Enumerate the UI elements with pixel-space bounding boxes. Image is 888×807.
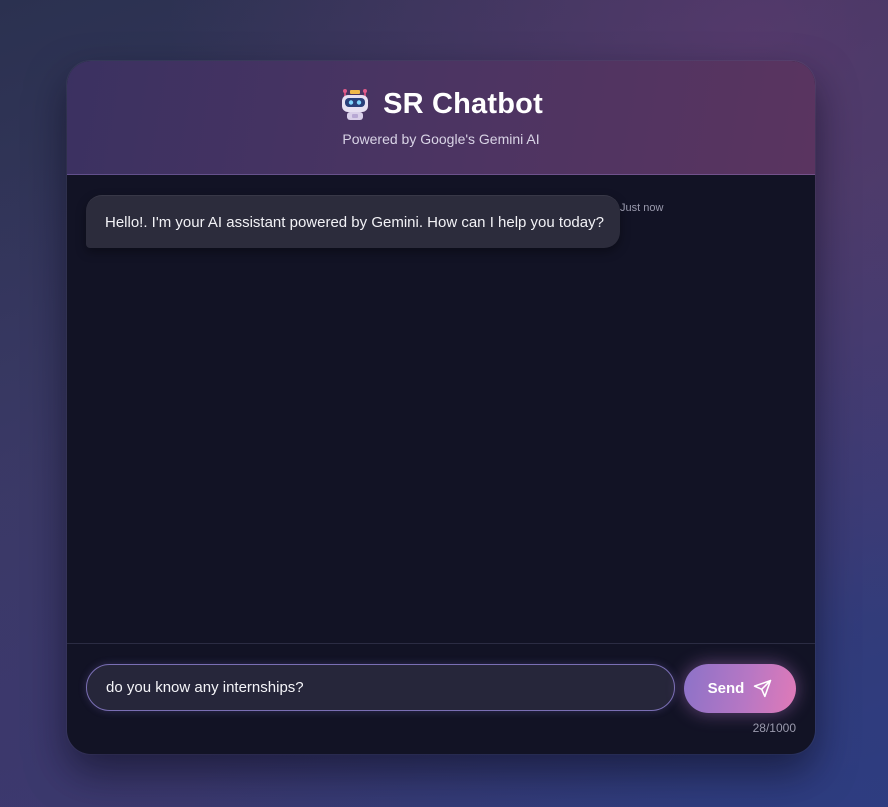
chat-window: SR Chatbot Powered by Google's Gemini AI… [67, 61, 815, 754]
send-button-label: Send [707, 680, 745, 697]
send-icon [753, 679, 772, 698]
page-title: SR Chatbot [383, 87, 543, 120]
message-timestamp: Just now [620, 202, 664, 214]
character-count: 28/1000 [752, 721, 796, 735]
chat-header: SR Chatbot Powered by Google's Gemini AI [67, 61, 815, 175]
message-list[interactable]: Hello!. I'm your AI assistant powered by… [67, 175, 815, 643]
input-area: Send 28/1000 [67, 643, 815, 754]
title-row: SR Chatbot [339, 87, 543, 121]
message-input[interactable] [86, 664, 675, 711]
send-button[interactable]: Send [684, 664, 796, 713]
bot-message-bubble: Hello!. I'm your AI assistant powered by… [86, 195, 620, 248]
page-subtitle: Powered by Google's Gemini AI [342, 131, 540, 147]
robot-icon [339, 87, 371, 121]
